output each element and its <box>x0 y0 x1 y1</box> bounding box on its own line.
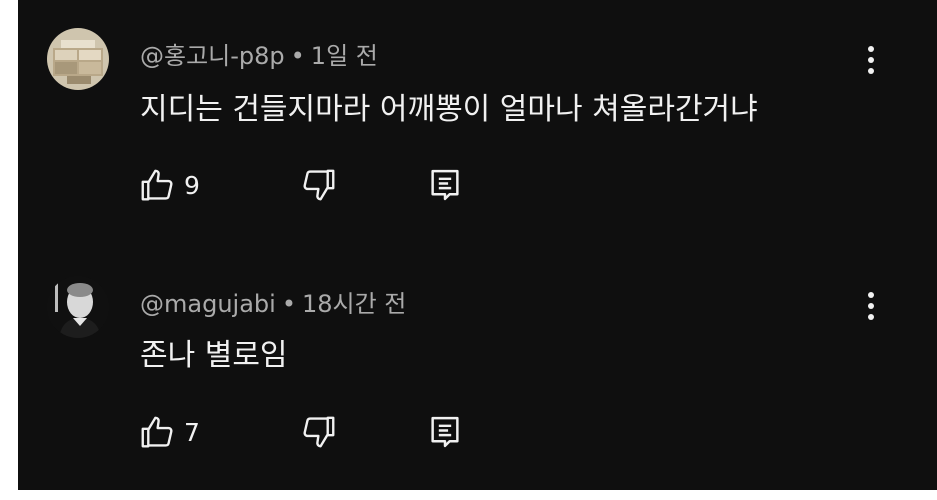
meta-separator: • <box>290 42 305 70</box>
comment-time[interactable]: 18시간 전 <box>302 290 406 318</box>
more-vert-icon-dot <box>868 46 874 52</box>
thumbs-up-icon <box>141 169 173 201</box>
comments-panel: @홍고니-p8p • 1일 전 지디는 건들지마라 어깨뽕이 얼마나 쳐올라간거냐 … <box>18 0 937 490</box>
comment-text: 지디는 건들지마라 어깨뽕이 얼마나 쳐올라간거냐 <box>140 92 758 127</box>
avatar-cash-image <box>47 28 109 90</box>
avatar-portrait-image <box>47 276 109 338</box>
meta-separator: • <box>281 290 296 318</box>
like-button[interactable]: 9 <box>138 163 200 207</box>
more-vert-icon-dot <box>868 292 874 298</box>
reply-button[interactable] <box>428 410 462 454</box>
more-options-button[interactable] <box>856 286 886 326</box>
like-button[interactable]: 7 <box>138 410 200 454</box>
dislike-button[interactable] <box>300 410 338 454</box>
thumbs-up-icon <box>141 416 173 448</box>
reply-icon <box>431 416 459 448</box>
reply-icon <box>431 169 459 201</box>
more-vert-icon-dot <box>868 57 874 63</box>
comment-text: 존나 별로임 <box>140 338 288 373</box>
comment-time[interactable]: 1일 전 <box>311 42 378 70</box>
avatar[interactable] <box>47 28 109 90</box>
comment-actions: 9 <box>138 163 478 207</box>
dislike-button[interactable] <box>300 163 338 207</box>
reply-button[interactable] <box>428 163 462 207</box>
comment-meta: @홍고니-p8p • 1일 전 <box>140 36 378 71</box>
more-vert-icon-dot <box>868 68 874 74</box>
thumbs-down-icon <box>303 416 335 448</box>
more-options-button[interactable] <box>856 40 886 80</box>
comment-meta: @magujabi • 18시간 전 <box>140 284 406 319</box>
author-name[interactable]: @홍고니-p8p <box>140 42 285 70</box>
avatar[interactable] <box>47 276 109 338</box>
more-vert-icon-dot <box>868 303 874 309</box>
comment-actions: 7 <box>138 410 478 454</box>
more-vert-icon-dot <box>868 314 874 320</box>
like-count: 9 <box>184 170 200 200</box>
like-count: 7 <box>184 417 200 447</box>
author-name[interactable]: @magujabi <box>140 290 276 318</box>
thumbs-down-icon <box>303 169 335 201</box>
